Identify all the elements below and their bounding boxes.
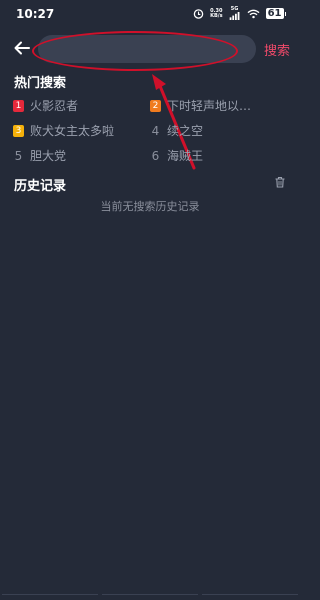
hot-search-label: 海贼王 — [167, 149, 204, 163]
hot-search-item[interactable]: 5 胆大党 — [13, 147, 143, 164]
battery-icon: 61 — [265, 8, 286, 19]
hot-search-label: 败犬女主太多啦 — [30, 124, 115, 138]
search-input[interactable] — [38, 35, 256, 63]
battery-level: 61 — [265, 8, 284, 19]
hot-search-title: 热门搜索 — [14, 76, 67, 91]
gesture-segment — [202, 594, 298, 600]
history-title: 历史记录 — [14, 179, 67, 194]
hot-search-item[interactable]: 1 火影忍者 — [13, 97, 143, 114]
top-bar: 搜索 — [0, 30, 300, 68]
back-arrow-icon[interactable] — [12, 38, 32, 58]
rank-badge: 1 — [13, 99, 24, 112]
rank-badge: 2 — [150, 99, 161, 112]
rank-number: 6 — [151, 148, 160, 163]
status-time: 10:27 — [16, 7, 55, 21]
speed-unit: KB/s — [210, 12, 223, 19]
rank-number: 5 — [14, 148, 23, 163]
rank-badge: 3 — [13, 124, 24, 137]
hot-search-label: 续之空 — [167, 124, 204, 138]
rank-number: 4 — [151, 123, 160, 138]
gesture-bar — [0, 594, 300, 600]
network-speed: 0.30 KB/s — [210, 8, 223, 19]
network-indicator: 5G — [229, 7, 241, 20]
status-icons: 0.30 KB/s 5G 61 — [193, 7, 286, 20]
hot-search-item[interactable]: 6 海贼王 — [150, 147, 280, 164]
hot-search-item[interactable]: 3 败犬女主太多啦 — [13, 122, 143, 139]
status-bar: 10:27 0.30 KB/s 5G 61 — [0, 0, 300, 30]
search-button[interactable]: 搜索 — [264, 40, 290, 59]
wifi-icon — [247, 9, 260, 18]
gesture-segment — [2, 594, 98, 600]
alarm-icon — [193, 9, 204, 19]
trash-icon[interactable] — [274, 176, 286, 188]
hot-search-item[interactable]: 4 续之空 — [150, 122, 280, 139]
signal-icon — [229, 12, 240, 20]
hot-search-item[interactable]: 2 下时轻声地以… — [150, 97, 280, 114]
history-empty-text: 当前无搜索历史记录 — [100, 200, 200, 213]
hot-search-label: 下时轻声地以… — [167, 99, 252, 113]
hot-search-label: 胆大党 — [30, 149, 67, 163]
hot-search-label: 火影忍者 — [30, 99, 79, 113]
gesture-segment — [102, 594, 198, 600]
